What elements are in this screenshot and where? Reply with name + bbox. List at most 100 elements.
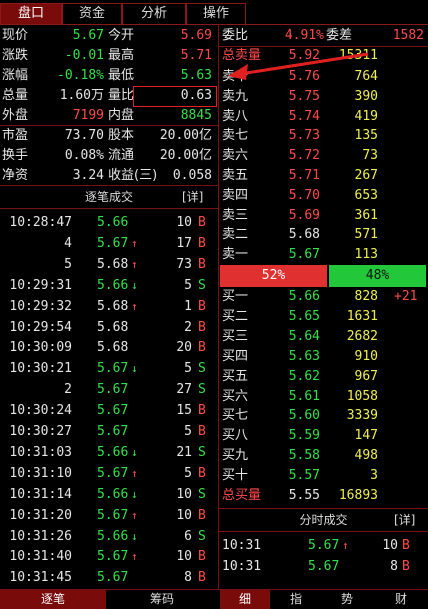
tick-volume: 10	[176, 549, 192, 565]
quote-label: 换手	[2, 148, 29, 163]
minute-divider-top	[219, 508, 428, 509]
sell-level-row: 卖八 5.74 419	[222, 107, 428, 127]
tick-price: 5.67	[97, 235, 129, 251]
quote-label: 涨跌	[2, 48, 29, 63]
tab-funds[interactable]: 资金	[62, 3, 122, 24]
tick-volume: 73	[176, 256, 192, 272]
sell-level-volume: 73	[362, 148, 378, 164]
buy-level-row: 买六 5.61 1058	[222, 387, 428, 407]
down-arrow-icon: ↓	[131, 362, 138, 376]
quote-label: 今开	[108, 28, 135, 43]
buy-level-row: 买十 5.57 3	[222, 466, 428, 486]
tick-time: 4	[64, 235, 72, 251]
bottom-tab-ticks[interactable]: 逐笔	[0, 590, 106, 609]
buy-level-label: 买十	[222, 468, 249, 484]
ticks-detail-link[interactable]: [详]	[182, 187, 212, 207]
tick-volume: 5	[184, 277, 192, 293]
tick-price: 5.68	[97, 298, 129, 314]
minute-detail-link[interactable]: [详]	[394, 510, 424, 530]
quote-row: 净资 3.24 收益(三) 0.058	[2, 166, 216, 186]
quote-label: 外盘	[2, 108, 29, 123]
tick-price: 5.66	[97, 528, 129, 544]
table-row: 10:31:20 5.67 ↑ 10 B	[0, 506, 218, 526]
sell-level-row: 卖三 5.69 361	[222, 206, 428, 226]
buy-level-volume: 828	[354, 289, 378, 304]
buy-level-price: 5.59	[288, 428, 320, 444]
quote-row: 涨跌 -0.01 最高 5.71	[2, 46, 216, 66]
sell-level-label: 卖四	[222, 187, 249, 203]
table-row: 10:31:10 5.67 ↑ 5 B	[0, 464, 218, 484]
tick-time: 10:31:10	[9, 465, 72, 481]
tick-side: B	[198, 215, 206, 230]
tick-price: 5.68	[97, 256, 129, 272]
table-row: 10:29:31 5.66 ↓ 5 S	[0, 276, 218, 296]
quote-label: 最低	[108, 68, 135, 83]
quote-label: 量比	[108, 88, 135, 103]
sell-level-price: 5.71	[288, 168, 320, 183]
tick-price: 5.67	[97, 570, 129, 586]
quote-value: 7199	[72, 108, 104, 123]
quote-label: 收益(三)	[108, 168, 158, 183]
sell-level-price: 5.75	[288, 88, 320, 104]
tab-analysis[interactable]: 分析	[122, 3, 186, 24]
sell-level-label: 卖一	[222, 247, 249, 263]
quote-label: 总量	[2, 88, 29, 103]
buy-level-label: 买二	[222, 308, 249, 324]
sell-level-volume: 571	[354, 227, 378, 243]
down-arrow-icon: ↓	[131, 529, 138, 543]
tick-time: 10:31:40	[9, 549, 72, 565]
tick-volume: 20	[176, 340, 192, 356]
quote-value: 73.70	[64, 128, 104, 143]
tab-handicap[interactable]: 盘口	[0, 3, 62, 24]
sell-level-row: 卖二 5.68 571	[222, 225, 428, 245]
buy-level-price: 5.63	[288, 348, 320, 364]
tick-time: 2	[64, 382, 72, 398]
weicha-label: 委差	[326, 28, 353, 43]
buy-level-row: 买三 5.64 2682	[222, 327, 428, 347]
buy-level-row: 买七 5.60 3339	[222, 406, 428, 426]
bottom-tab-trend[interactable]: 势	[322, 590, 372, 609]
up-arrow-icon: ↑	[131, 508, 138, 522]
quote-label: 流通	[108, 148, 135, 163]
tick-price: 5.68	[97, 319, 129, 335]
table-row: 10:28:47 5.66 10 B	[0, 213, 218, 233]
tick-side: B	[198, 403, 206, 419]
volume-ratio-highlight	[133, 86, 217, 107]
tick-volume: 10	[176, 507, 192, 523]
tick-time: 10:31:26	[9, 528, 72, 544]
tick-time: 10:30:24	[9, 403, 72, 419]
tick-volume: 2	[184, 319, 192, 335]
tick-side: S	[198, 444, 206, 460]
table-row: 10:30:27 5.67 5 B	[0, 422, 218, 442]
quote-value: -0.18%	[57, 68, 104, 83]
bottom-tab-index[interactable]: 指	[272, 590, 320, 609]
quote-row: 外盘 7199 内盘 8845	[2, 106, 216, 126]
buy-level-label: 买一	[222, 289, 249, 304]
buy-level-row: 买五 5.62 967	[222, 367, 428, 387]
quote-value: 0.08%	[64, 148, 104, 163]
sell-level-price: 5.73	[288, 128, 320, 144]
sell-level-label: 卖八	[222, 108, 249, 124]
tick-time: 10:30:09	[9, 340, 72, 356]
bottom-tab-finance[interactable]: 财	[374, 590, 428, 609]
sell-level-price: 5.69	[288, 207, 320, 223]
tick-side: B	[198, 256, 206, 272]
tick-side: B	[198, 235, 206, 251]
tab-operation[interactable]: 操作	[186, 3, 246, 24]
table-row: 10:31:03 5.66 ↓ 21 S	[0, 443, 218, 463]
quote-label: 现价	[2, 28, 29, 43]
bottom-tab-detail[interactable]: 细	[220, 590, 270, 609]
sell-level-price: 5.68	[288, 227, 320, 243]
tick-price: 5.66	[97, 215, 129, 230]
tick-side: S	[198, 486, 206, 502]
buy-level-volume: 3339	[346, 408, 378, 424]
buy-level-label: 买四	[222, 348, 249, 364]
quote-label: 内盘	[108, 108, 135, 123]
buy-level-volume: 147	[354, 428, 378, 444]
bottom-tab-chips[interactable]: 筹码	[108, 590, 216, 609]
tick-time: 10:28:47	[9, 215, 72, 230]
buy-level-label: 买九	[222, 448, 249, 464]
buy-level-label: 买八	[222, 428, 249, 444]
tick-time: 10:29:32	[9, 298, 72, 314]
sell-level-row: 卖一 5.67 113	[222, 245, 428, 265]
